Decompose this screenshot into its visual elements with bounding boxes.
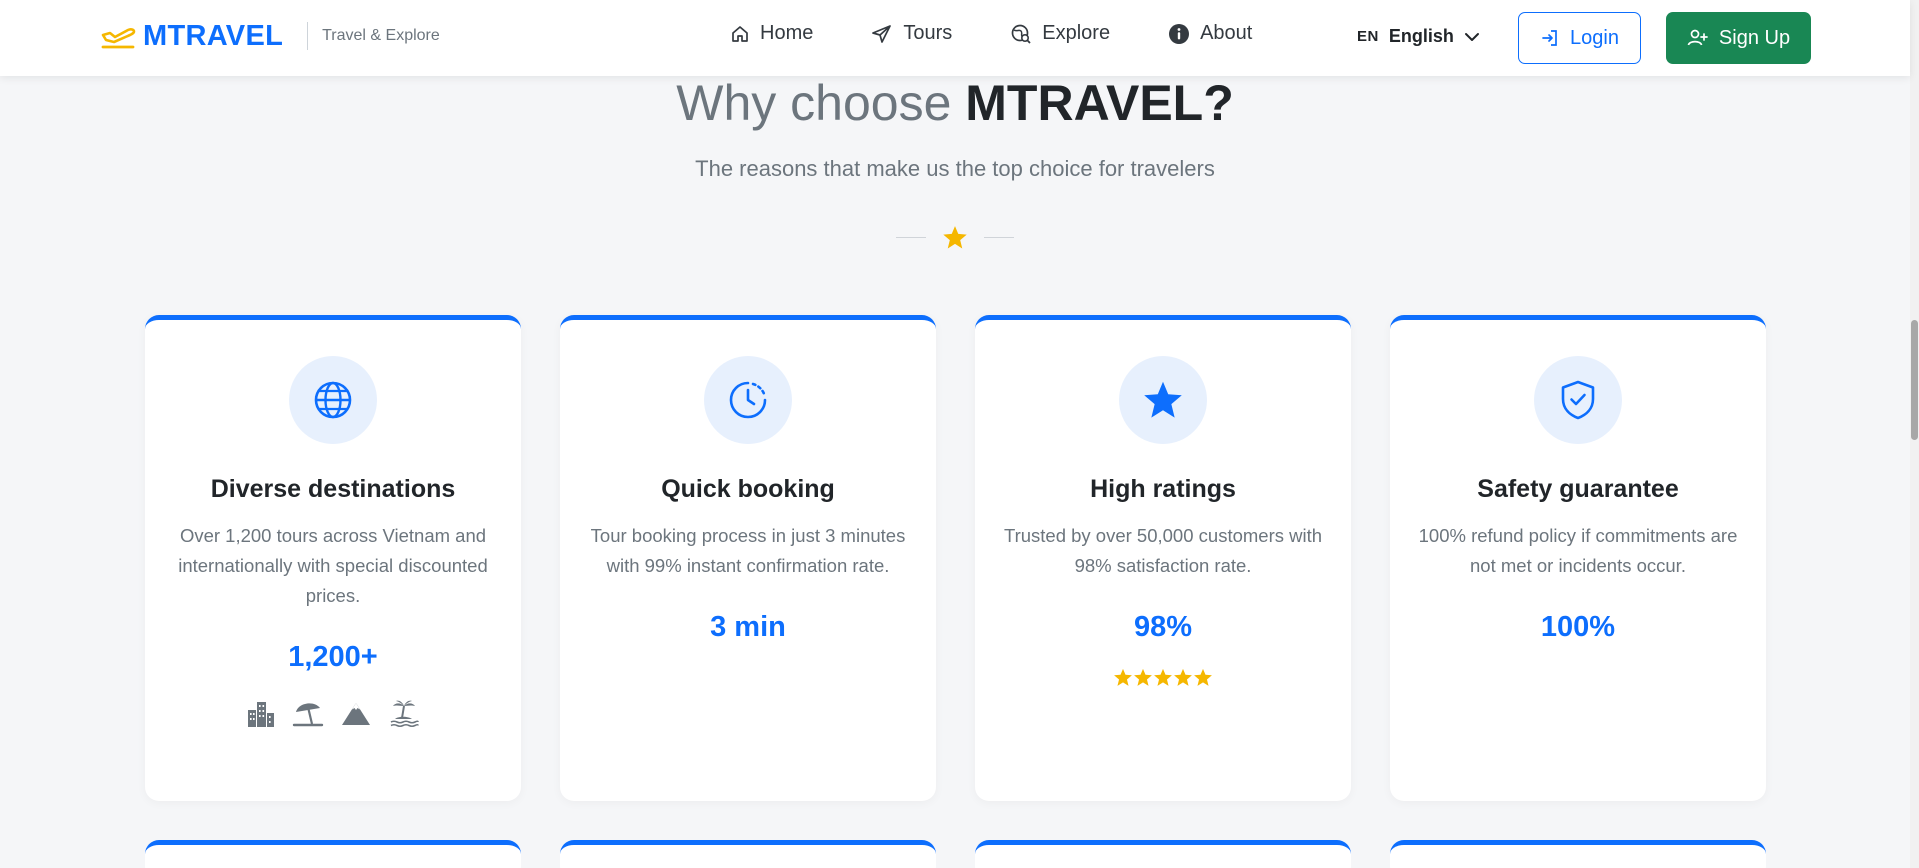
section-subtitle: The reasons that make us the top choice … <box>695 156 1215 181</box>
brand-name: MTRAVEL <box>143 19 284 52</box>
globe-search-icon <box>1010 23 1042 45</box>
feature-card-ratings: High ratings Trusted by over 50,000 cust… <box>975 315 1351 801</box>
card-title: High ratings <box>1090 475 1236 503</box>
language-selector[interactable]: EN English <box>1357 26 1480 47</box>
island-icon <box>388 698 420 728</box>
card-title: Safety guarantee <box>1477 475 1679 503</box>
rating-star-icon <box>1113 668 1133 687</box>
navbar: MTRAVEL Travel & Explore Home Tours Expl… <box>0 0 1910 76</box>
airplane-takeoff-icon <box>100 18 136 54</box>
card-title: Quick booking <box>661 475 835 503</box>
login-icon <box>1540 28 1570 48</box>
rating-star-icon <box>1153 668 1173 687</box>
brand-tagline: Travel & Explore <box>322 27 440 44</box>
shield-check-icon <box>1534 356 1622 444</box>
language-code: EN <box>1357 28 1379 45</box>
star-icon <box>926 225 984 250</box>
nav-item-label: Home <box>760 22 814 44</box>
feature-card-destinations: Diverse destinations Over 1,200 tours ac… <box>145 315 521 801</box>
paper-plane-icon <box>871 23 903 45</box>
rating-star-icon <box>1193 668 1213 687</box>
add-user-icon <box>1687 28 1719 48</box>
nav-item-label: About <box>1200 22 1253 44</box>
star-icon <box>1119 356 1207 444</box>
city-icon <box>246 698 276 728</box>
rating-stars <box>975 668 1351 687</box>
nav-item-explore[interactable]: Explore <box>1010 22 1110 45</box>
info-icon <box>1168 23 1200 45</box>
mountain-icon <box>340 698 372 728</box>
page-scrollbar[interactable] <box>1910 0 1919 868</box>
nav-item-about[interactable]: About <box>1168 22 1252 45</box>
card-stat: 3 min <box>710 611 786 643</box>
chevron-down-icon <box>1464 31 1480 43</box>
feature-card-next-row <box>1390 840 1766 868</box>
brand-divider <box>307 22 309 50</box>
brand[interactable]: MTRAVEL Travel & Explore <box>100 18 440 54</box>
card-stat: 100% <box>1540 611 1616 643</box>
language-name: English <box>1388 26 1454 46</box>
destination-type-icons <box>145 698 521 728</box>
feature-card-safety: Safety guarantee 100% refund policy if c… <box>1390 315 1766 801</box>
signup-button[interactable]: Sign Up <box>1666 12 1811 64</box>
nav-item-label: Tours <box>903 22 953 44</box>
nav-links: Home Tours Explore About <box>730 22 1252 45</box>
feature-card-next-row <box>560 840 936 868</box>
clock-icon <box>704 356 792 444</box>
login-button[interactable]: Login <box>1518 12 1641 64</box>
nav-item-tours[interactable]: Tours <box>871 22 952 45</box>
signup-label: Sign Up <box>1718 26 1791 49</box>
card-description: Trusted by over 50,000 customers with 98… <box>1003 525 1323 576</box>
section-title-brand: MTRAVEL? <box>965 75 1234 131</box>
section-title-prefix: Why choose <box>676 75 966 131</box>
section-title: Why choose MTRAVEL? <box>0 74 1910 132</box>
feature-card-next-row <box>975 840 1351 868</box>
feature-card-next-row <box>145 840 521 868</box>
card-description: 100% refund policy if commitments are no… <box>1418 525 1738 576</box>
globe-icon <box>289 356 377 444</box>
scrollbar-thumb[interactable] <box>1911 320 1918 440</box>
feature-card-booking: Quick booking Tour booking process in ju… <box>560 315 936 801</box>
beach-umbrella-icon <box>292 698 324 728</box>
card-description: Over 1,200 tours across Vietnam and inte… <box>178 525 488 606</box>
card-stat: 98% <box>1133 611 1193 643</box>
home-icon <box>730 24 760 44</box>
rating-star-icon <box>1133 668 1153 687</box>
star-divider <box>0 225 1910 250</box>
login-label: Login <box>1570 26 1619 49</box>
card-title: Diverse destinations <box>210 475 456 503</box>
card-stat: 1,200+ <box>288 641 378 673</box>
nav-item-label: Explore <box>1042 22 1111 44</box>
rating-star-icon <box>1173 668 1193 687</box>
nav-item-home[interactable]: Home <box>730 22 813 45</box>
card-description: Tour booking process in just 3 minutes w… <box>590 525 906 576</box>
divider-line-left <box>896 237 926 238</box>
divider-line-right <box>984 237 1014 238</box>
